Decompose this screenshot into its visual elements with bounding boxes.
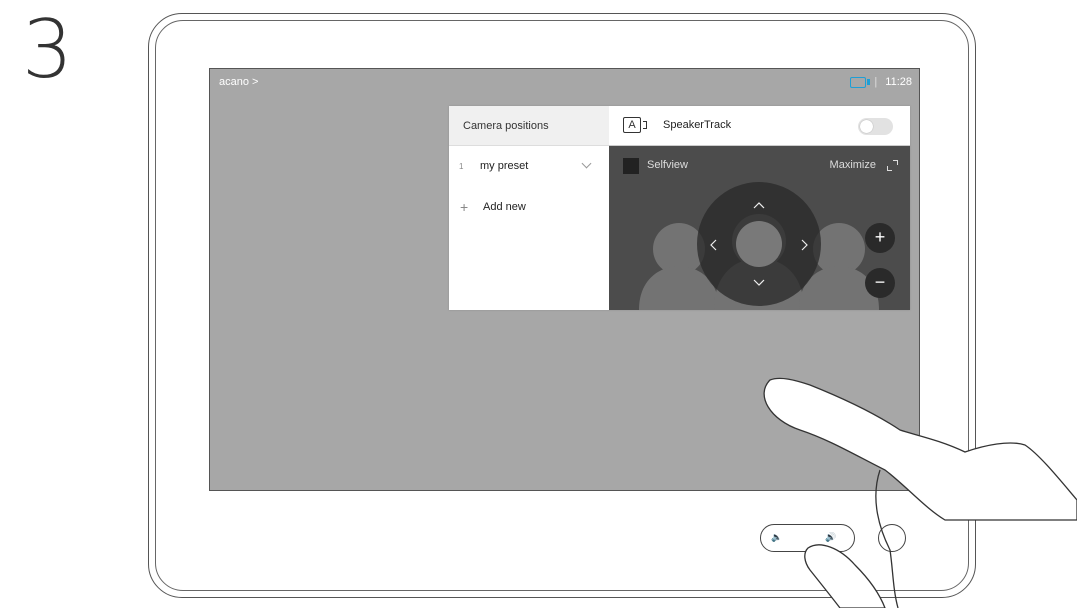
hand-palm-outline xyxy=(875,469,899,608)
hand-thumb-outline xyxy=(804,544,886,608)
hand-finger-outline xyxy=(763,377,1077,521)
hand-illustration xyxy=(763,377,1077,608)
